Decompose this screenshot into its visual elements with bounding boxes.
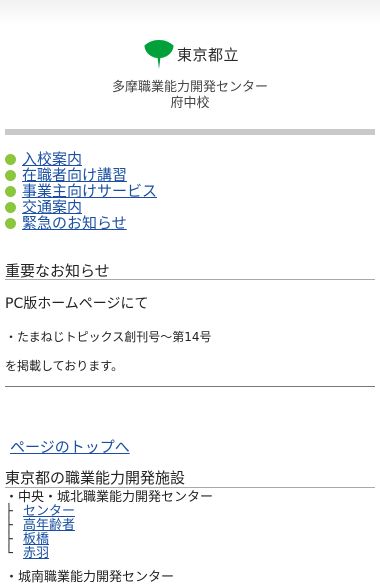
menu-item-access: 交通案内 — [5, 199, 157, 215]
menu-link-admission[interactable]: 入校案内 — [22, 151, 82, 167]
green-bullet-icon — [5, 169, 16, 181]
ginkgo-leaf-icon — [144, 40, 174, 69]
menu-link-employer-services[interactable]: 事業主向けサービス — [22, 183, 157, 199]
facility-group-name: ・城南職業能力開発センター — [5, 570, 175, 585]
facilities-heading-rule — [5, 487, 375, 488]
menu-link-worker-courses[interactable]: 在職者向け講習 — [22, 167, 127, 183]
logo-text: 東京都立 — [177, 45, 240, 64]
facility-link-akabane[interactable]: 赤羽 — [23, 547, 49, 561]
facility-link-itabashi[interactable]: 板橋 — [23, 533, 49, 547]
green-bullet-icon — [5, 153, 16, 165]
green-bullet-icon — [5, 217, 16, 229]
facility-group-name: ・中央・城北職業能力開発センター — [5, 490, 214, 505]
facility-group: ・中央・城北職業能力開発センター — [5, 491, 213, 505]
notice-text-line3: を掲載しております。 — [5, 359, 124, 373]
center-name: 多摩職業能力開発センター — [111, 80, 268, 95]
facility-branch: ├ センター — [5, 505, 213, 519]
campus-name: 府中校 — [170, 96, 210, 111]
menu-item-employer-services: 事業主向けサービス — [5, 183, 157, 199]
tree-branch-icon: └ — [5, 546, 13, 561]
page-top-link[interactable]: ページのトップへ — [10, 436, 130, 457]
menu-item-worker-courses: 在職者向け講習 — [5, 167, 157, 183]
facility-link-senior[interactable]: 高年齢者 — [23, 519, 75, 533]
menu-item-admission: 入校案内 — [5, 151, 157, 167]
facility-link-center[interactable]: センター — [23, 505, 75, 519]
main-menu: 入校案内 在職者向け講習 事業主向けサービス 交通案内 緊急のお知らせ — [5, 151, 157, 231]
facility-branch: ├ 高年齢者 — [5, 519, 213, 533]
tokyo-metropolitan-logo[interactable]: 東京都立 — [143, 38, 239, 70]
tree-branch-icon: ├ — [5, 504, 13, 519]
menu-link-emergency[interactable]: 緊急のお知らせ — [22, 215, 127, 231]
notice-bottom-rule — [5, 386, 375, 387]
green-bullet-icon — [5, 201, 16, 213]
menu-item-emergency: 緊急のお知らせ — [5, 215, 157, 231]
green-bullet-icon — [5, 185, 16, 197]
notice-heading: 重要なお知らせ — [5, 262, 110, 280]
facility-branch: ├ 板橋 — [5, 533, 213, 547]
facility-group: ・城南職業能力開発センター — [5, 571, 213, 585]
notice-heading-rule — [5, 279, 375, 280]
site-header: 東京都立 多摩職業能力開発センター 府中校 — [0, 0, 380, 130]
menu-link-access[interactable]: 交通案内 — [22, 199, 82, 215]
tree-branch-icon: ├ — [5, 518, 13, 533]
notice-text-line2: ・たまねじトピックス創刊号～第14号 — [5, 330, 212, 344]
notice-text-line1: PC版ホームページにて — [5, 296, 149, 312]
header-divider — [5, 129, 375, 135]
facilities-heading: 東京都の職業能力開発施設 — [5, 469, 186, 487]
facility-branch: └ 赤羽 — [5, 547, 213, 561]
tree-branch-icon: ├ — [5, 532, 13, 547]
